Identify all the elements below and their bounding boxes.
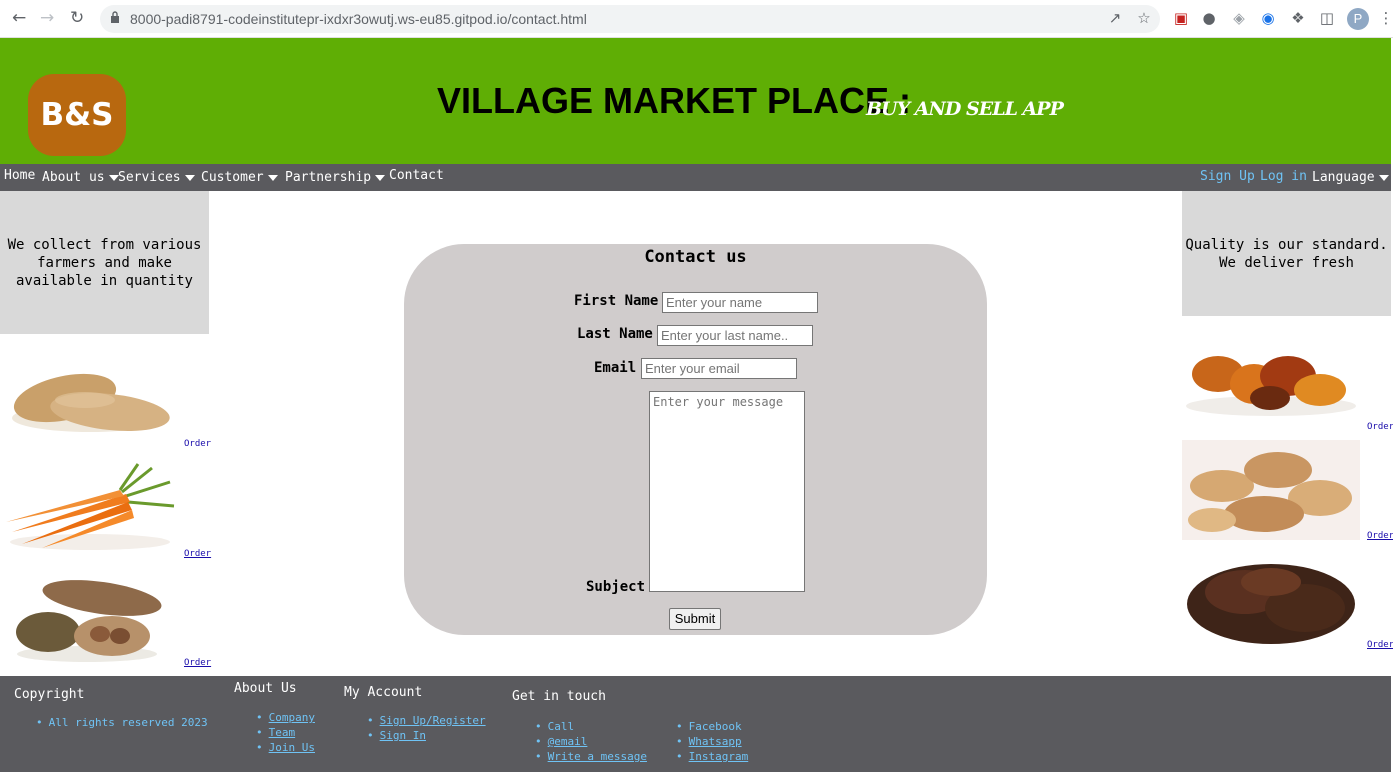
nav-login[interactable]: Log in	[1260, 169, 1307, 184]
extensions-puzzle-icon[interactable]: ❖	[1289, 9, 1307, 27]
footer-link-signin[interactable]: Sign In	[367, 728, 486, 743]
footer-copyright-title: Copyright	[14, 687, 85, 702]
order-link[interactable]: Order	[1367, 640, 1393, 650]
url-text: 8000-padi8791-codeinstitutepr-ixdxr3owut…	[130, 11, 587, 27]
footer-link-instagram[interactable]: Instagram	[676, 749, 749, 764]
nav-customer[interactable]: Customer	[201, 170, 278, 185]
footer-link-team[interactable]: Team	[256, 725, 315, 740]
site-subtitle: BUY AND SELL APP	[866, 98, 1064, 120]
email-input[interactable]: Enter your email	[641, 358, 797, 379]
nav-language[interactable]: Language	[1312, 170, 1389, 185]
message-textarea[interactable]: Enter your message	[649, 391, 805, 592]
nav-partnership[interactable]: Partnership	[285, 170, 386, 185]
order-link[interactable]: Order	[184, 439, 211, 449]
footer-account-list: Sign Up/Register Sign In	[367, 713, 486, 743]
order-link[interactable]: Order	[184, 658, 211, 668]
groundnuts-image	[1182, 440, 1360, 540]
left-info-box: We collect from various farmers and make…	[0, 191, 209, 334]
caret-down-icon	[267, 174, 278, 181]
extension-pdf-icon[interactable]: ▣	[1172, 9, 1190, 27]
site-footer: Copyright All rights reserved 2023 About…	[0, 676, 1391, 772]
reload-icon[interactable]: ↻	[70, 8, 84, 28]
footer-social-list: Facebook Whatsapp Instagram	[676, 719, 749, 764]
email-label: Email	[594, 360, 637, 376]
first-name-label: First Name	[574, 293, 659, 309]
browser-toolbar: ← → ↻ 8000-padi8791-codeinstitutepr-ixdx…	[0, 0, 1393, 38]
extension-icon[interactable]: ●	[1200, 9, 1218, 27]
more-menu-icon[interactable]: ⋮	[1377, 9, 1393, 27]
cocoa-image	[16, 580, 162, 662]
main-nav: Home About us Services Customer Partners…	[0, 164, 1391, 191]
footer-link-facebook[interactable]: Facebook	[676, 719, 748, 734]
forward-icon[interactable]: →	[40, 8, 54, 28]
order-link[interactable]: Order	[1367, 531, 1393, 541]
sweet-potato-image	[12, 373, 170, 432]
extension-shield-icon[interactable]: ◈	[1230, 9, 1248, 27]
nav-contact[interactable]: Contact	[389, 168, 444, 183]
footer-touch-title: Get in touch	[512, 689, 606, 704]
footer-account-title: My Account	[344, 685, 423, 700]
copyright-text: All rights reserved 2023	[36, 715, 208, 730]
caret-down-icon	[375, 174, 386, 181]
back-icon[interactable]: ←	[12, 8, 26, 28]
contact-form: Contact us First Name Enter your name La…	[404, 244, 987, 635]
site-title: VILLAGE MARKET PLACE :	[437, 80, 911, 121]
side-panel-icon[interactable]: ◫	[1318, 9, 1336, 27]
first-name-input[interactable]: Enter your name	[662, 292, 818, 313]
carrots-image	[6, 463, 175, 550]
coffee-beans-image	[1187, 564, 1355, 644]
profile-avatar[interactable]: P	[1347, 8, 1369, 30]
left-blurb: We collect from various farmers and make…	[7, 237, 202, 289]
footer-link-call[interactable]: Call	[535, 719, 647, 734]
nav-services[interactable]: Services	[118, 170, 195, 185]
right-blurb: Quality is our standard. We deliver fres…	[1185, 237, 1388, 271]
subject-label: Subject	[586, 579, 646, 595]
contact-heading: Contact us	[644, 247, 747, 267]
nav-home[interactable]: Home	[4, 168, 35, 183]
nav-customer-label: Customer	[201, 170, 264, 185]
palm-fruits-image	[1186, 356, 1356, 416]
footer-link-join[interactable]: Join Us	[256, 740, 315, 755]
last-name-input[interactable]: Enter your last name..	[657, 325, 813, 346]
last-name-label: Last Name	[577, 326, 653, 342]
footer-about-list: Company Team Join Us	[256, 710, 315, 755]
nav-partnership-label: Partnership	[285, 170, 372, 185]
nav-services-label: Services	[118, 170, 181, 185]
site-logo[interactable]: B&S	[28, 74, 126, 156]
site-header: B&S VILLAGE MARKET PLACE : BUY AND SELL …	[0, 38, 1391, 164]
footer-about-title: About Us	[234, 681, 297, 696]
nav-about[interactable]: About us	[42, 170, 119, 185]
share-icon[interactable]: ↗	[1106, 9, 1124, 27]
nav-language-label: Language	[1312, 170, 1375, 185]
extension-globe-icon[interactable]: ◉	[1259, 9, 1277, 27]
bookmark-star-icon[interactable]: ☆	[1135, 9, 1153, 27]
footer-link-company[interactable]: Company	[256, 710, 315, 725]
footer-link-whatsapp[interactable]: Whatsapp	[676, 734, 748, 749]
address-bar[interactable]: 8000-padi8791-codeinstitutepr-ixdxr3owut…	[100, 5, 1160, 33]
footer-link-message[interactable]: Write a message	[535, 749, 647, 764]
submit-button[interactable]: Submit	[669, 608, 721, 630]
lock-icon	[111, 11, 119, 23]
footer-touch-list: Call @email Write a message	[535, 719, 647, 764]
footer-copyright-list: All rights reserved 2023	[36, 715, 208, 730]
right-info-box: Quality is our standard. We deliver fres…	[1182, 191, 1391, 316]
order-link[interactable]: Order	[1367, 422, 1393, 432]
caret-down-icon	[184, 174, 195, 181]
caret-down-icon	[1378, 174, 1389, 181]
nav-signup[interactable]: Sign Up	[1200, 169, 1255, 184]
footer-link-email[interactable]: @email	[535, 734, 647, 749]
order-link[interactable]: Order	[184, 549, 211, 559]
nav-about-label: About us	[42, 170, 105, 185]
footer-link-signup[interactable]: Sign Up/Register	[367, 713, 486, 728]
